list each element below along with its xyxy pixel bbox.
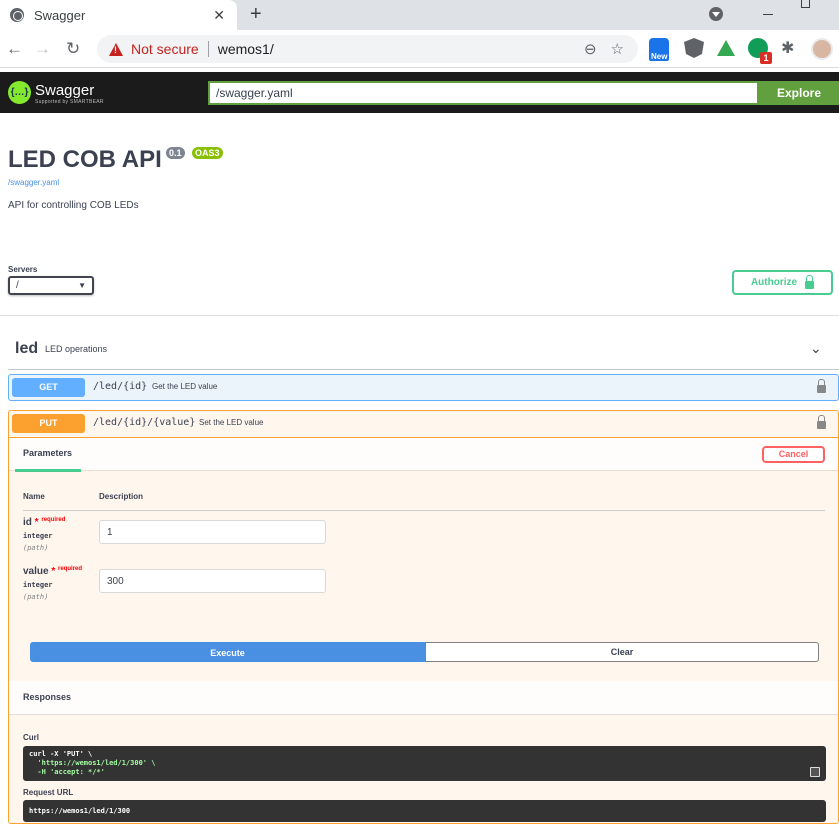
operation-summary: Get the LED value — [152, 382, 218, 391]
servers-select[interactable]: / ▼ — [8, 276, 94, 295]
authorize-button[interactable]: Authorize — [732, 270, 833, 295]
operation-path: /led/{id}/{value} — [93, 417, 196, 428]
new-tab-button[interactable]: + — [250, 3, 262, 26]
param-type: integer — [23, 532, 53, 540]
operation-path: /led/{id} — [93, 381, 148, 392]
close-tab-icon[interactable]: ✕ — [213, 7, 225, 24]
forward-icon[interactable]: → — [34, 39, 51, 59]
api-description: API for controlling COB LEDs — [8, 200, 139, 211]
param-input-id[interactable] — [99, 520, 326, 544]
globe-icon — [10, 8, 24, 22]
spec-link[interactable]: /swagger.yaml — [8, 178, 59, 187]
request-url-block[interactable]: https://wemos1/led/1/300 — [23, 800, 826, 822]
browser-tab-strip: Swagger ✕ + — [0, 0, 839, 30]
curl-line: -H 'accept: */*' — [29, 768, 105, 776]
swagger-brand[interactable]: Swagger — [35, 82, 94, 99]
curl-line: curl -X 'PUT' \ — [29, 750, 93, 758]
browser-tab[interactable]: Swagger ✕ — [0, 0, 237, 30]
method-badge: GET — [12, 378, 85, 397]
required-label: required — [58, 566, 83, 572]
param-input-value[interactable] — [99, 569, 326, 593]
minimize-icon[interactable] — [763, 14, 773, 15]
angular-extension-icon[interactable] — [684, 38, 704, 58]
required-star: * — [51, 566, 56, 577]
column-description-header: Description — [99, 492, 144, 501]
clear-button[interactable]: Clear — [425, 642, 819, 662]
explore-button[interactable]: Explore — [759, 81, 839, 105]
responses-header — [9, 681, 838, 715]
divider — [0, 315, 839, 316]
method-badge: PUT — [12, 414, 85, 433]
new-badge: New — [649, 52, 670, 61]
servers-label: Servers — [8, 265, 38, 274]
request-url-label: Request URL — [23, 788, 74, 797]
parameters-header: Parameters — [9, 438, 838, 472]
drive-extension-icon[interactable] — [717, 40, 735, 56]
operation-get-led[interactable]: GET /led/{id} Get the LED value — [8, 374, 839, 401]
param-name: id — [23, 517, 32, 528]
cancel-button[interactable]: Cancel — [762, 446, 825, 463]
browser-toolbar: ← → ↻ Not secure wemos1/ ⊖ ☆ New 1 ✱ — [0, 30, 839, 68]
tab-search-icon[interactable] — [709, 7, 723, 21]
url-text[interactable]: wemos1/ — [218, 41, 584, 57]
tag-name[interactable]: led — [15, 340, 38, 358]
copy-icon[interactable] — [810, 767, 820, 777]
oas-badge: OAS3 — [192, 147, 223, 159]
operation-summary-bar[interactable]: PUT /led/{id}/{value} Set the LED value — [9, 411, 838, 438]
extension-badge: 1 — [760, 52, 772, 64]
back-icon[interactable]: ← — [6, 39, 23, 59]
chevron-down-icon: ▼ — [78, 281, 86, 290]
curl-line: 'https://wemos1/led/1/300' \ — [29, 759, 156, 767]
curl-label: Curl — [23, 733, 39, 742]
param-location: (path) — [23, 593, 49, 601]
request-url: https://wemos1/led/1/300 — [29, 807, 131, 815]
swagger-subtitle: Supported by SMARTBEAR — [35, 99, 104, 105]
tab-title: Swagger — [34, 7, 86, 23]
lock-icon[interactable] — [817, 415, 826, 429]
version-badge: 0.1 — [166, 147, 185, 159]
authorize-label: Authorize — [750, 277, 798, 288]
warning-icon — [109, 42, 123, 56]
swagger-logo-icon[interactable]: {…} — [8, 81, 31, 104]
operation-put-led: PUT /led/{id}/{value} Set the LED value … — [8, 410, 839, 824]
divider — [207, 41, 209, 57]
address-bar[interactable]: Not secure wemos1/ ⊖ ☆ — [97, 35, 638, 63]
lock-icon[interactable] — [817, 379, 826, 393]
servers-selected: / — [16, 280, 19, 291]
tab-parameters[interactable]: Parameters — [23, 448, 72, 458]
param-type: integer — [23, 581, 53, 589]
lock-icon — [805, 274, 815, 289]
reload-icon[interactable]: ↻ — [66, 39, 80, 59]
required-star: * — [34, 517, 39, 528]
not-secure-label[interactable]: Not secure — [131, 41, 199, 57]
execute-button[interactable]: Execute — [30, 642, 425, 662]
divider — [23, 510, 825, 511]
column-name-header: Name — [23, 492, 45, 501]
curl-code-block[interactable]: curl -X 'PUT' \ 'https://wemos1/led/1/30… — [23, 746, 826, 781]
responses-title: Responses — [23, 692, 72, 702]
zoom-icon[interactable]: ⊖ — [584, 40, 597, 58]
param-name-id: id * required — [23, 517, 65, 528]
bookmark-star-icon[interactable]: ☆ — [611, 40, 624, 58]
spec-url-input[interactable] — [208, 81, 759, 105]
maximize-icon[interactable] — [801, 0, 810, 8]
param-name-value: value * required — [23, 566, 82, 577]
param-location: (path) — [23, 544, 49, 552]
operation-summary: Set the LED value — [199, 418, 264, 427]
required-label: required — [41, 517, 66, 523]
api-title: LED COB API — [8, 146, 162, 173]
collapse-chevron-icon[interactable]: ⌄ — [810, 340, 822, 357]
divider — [8, 369, 839, 370]
profile-avatar[interactable] — [811, 38, 833, 60]
tab-underline — [15, 469, 81, 472]
param-name: value — [23, 566, 49, 577]
tag-description: LED operations — [45, 344, 108, 354]
extensions-puzzle-icon[interactable]: ✱ — [781, 38, 801, 58]
